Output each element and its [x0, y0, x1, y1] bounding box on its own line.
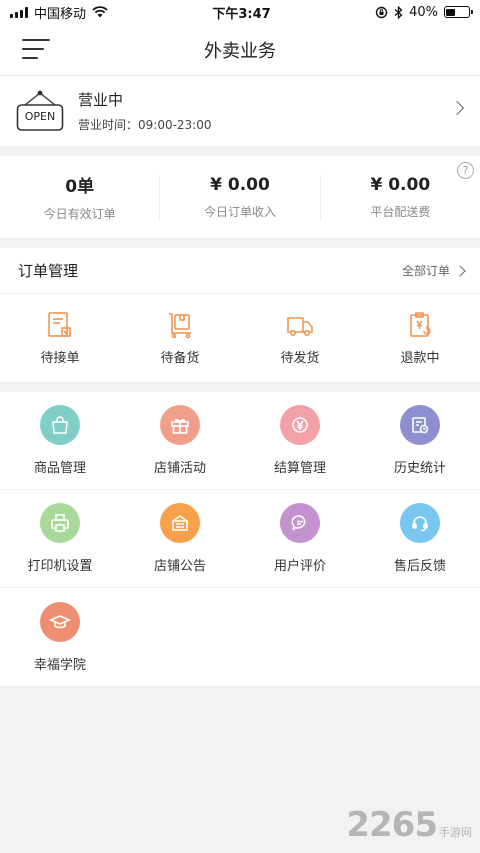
order-pending-accept[interactable]: 待接单 [0, 294, 120, 382]
stat-value: ¥ 0.00 [370, 174, 431, 195]
calendar-clock-icon [400, 405, 440, 445]
stat-order-income[interactable]: ¥ 0.00 今日订单收入 [159, 174, 319, 220]
feature-label: 结算管理 [273, 461, 326, 476]
chat-bubble-icon [280, 503, 320, 543]
status-left: 中国移动 [10, 3, 108, 22]
order-status-row: 待接单 待备货 待发货 退款中 [0, 294, 480, 382]
feature-user-reviews[interactable]: 用户评价 [240, 490, 360, 587]
watermark-suffix: 手游网 [439, 826, 472, 839]
stat-valid-orders[interactable]: 0单 今日有效订单 [0, 172, 159, 222]
feature-row: 打印机设置 店铺公告 用户评价 售后反馈 [0, 490, 480, 588]
menu-icon[interactable] [22, 39, 50, 59]
today-stats: 0单 今日有效订单 ¥ 0.00 今日订单收入 ¥ 0.00 平台配送费 ? [0, 156, 480, 238]
nav-bar: 外卖业务 [0, 24, 480, 76]
yen-icon [280, 405, 320, 445]
open-sign-icon: OPEN [16, 90, 64, 132]
feature-store-announcement[interactable]: 店铺公告 [120, 490, 240, 587]
wifi-icon [92, 6, 108, 18]
gift-icon [160, 405, 200, 445]
order-delivering[interactable]: 待发货 [240, 294, 360, 382]
all-orders-link[interactable]: 全部订单 [401, 262, 466, 279]
feature-label: 售后反馈 [393, 559, 446, 574]
feature-label: 商品管理 [33, 461, 86, 476]
chevron-right-icon [454, 264, 466, 277]
stat-label: 平台配送费 [370, 204, 431, 219]
graduation-cap-icon [40, 601, 80, 642]
refund-icon [410, 311, 431, 337]
order-label: 待发货 [280, 350, 320, 366]
watermark-number: 2265 [346, 805, 438, 845]
feature-label: 幸福学院 [33, 657, 86, 673]
stat-delivery-fee[interactable]: ¥ 0.00 平台配送费 [319, 174, 480, 220]
feature-label: 用户评价 [273, 559, 326, 574]
page-title: 外卖业务 [204, 40, 276, 62]
signal-icon [10, 6, 28, 18]
feature-after-sales[interactable]: 售后反馈 [360, 490, 480, 587]
feature-label: 历史统计 [393, 461, 446, 476]
watermark-logo: 2265 手游网 [346, 805, 472, 845]
announcement-icon [160, 503, 200, 543]
store-info: 营业中 营业时间：09:00-23:00 [78, 89, 212, 133]
feature-label: 打印机设置 [27, 559, 93, 574]
feature-happiness-academy[interactable]: 幸福学院 [0, 588, 120, 686]
shopping-bag-icon [40, 405, 80, 445]
feature-printer-settings[interactable]: 打印机设置 [0, 490, 120, 587]
status-right: 40% [375, 4, 473, 20]
pending-accept-icon [48, 311, 71, 337]
feature-row: 幸福学院 [0, 588, 480, 686]
battery-icon [443, 6, 473, 18]
status-bar: 中国移动 下午3:47 40% [0, 0, 480, 24]
feature-store-activities[interactable]: 店铺活动 [120, 392, 240, 489]
battery-percent: 40% [409, 4, 438, 20]
status-time: 下午3:47 [212, 6, 271, 22]
order-management-title: 订单管理 [18, 262, 79, 280]
feature-row: 商品管理 店铺活动 结算管理 历史统计 [0, 392, 480, 490]
carrier-name: 中国移动 [34, 6, 87, 22]
battery-level [446, 8, 455, 16]
stat-label: 今日有效订单 [43, 207, 116, 221]
store-status: 营业中 [78, 91, 124, 109]
order-label: 待接单 [40, 350, 80, 366]
delivery-truck-icon [287, 316, 313, 336]
open-sign-text: OPEN [24, 110, 56, 123]
feature-settlement[interactable]: 结算管理 [240, 392, 360, 489]
order-label: 退款中 [400, 350, 440, 366]
store-hours: 营业时间：09:00-23:00 [78, 118, 212, 132]
stat-label: 今日订单收入 [203, 204, 276, 219]
order-stocking[interactable]: 待备货 [120, 294, 240, 382]
stocking-icon [169, 312, 191, 338]
all-orders-label: 全部订单 [401, 264, 450, 278]
help-icon[interactable]: ? [457, 162, 474, 179]
order-refunding[interactable]: 退款中 [360, 294, 480, 382]
printer-icon [40, 503, 80, 543]
feature-grid: 商品管理 店铺活动 结算管理 历史统计 打印机设置 店铺公告 用户评价 售后反馈… [0, 392, 480, 686]
stat-value: ¥ 0.00 [210, 174, 270, 195]
bluetooth-icon [394, 5, 403, 19]
feature-label: 店铺活动 [153, 461, 206, 476]
order-label: 待备货 [160, 350, 200, 366]
headset-icon [400, 503, 440, 543]
chevron-right-icon [449, 100, 465, 116]
order-management: 订单管理 全部订单 待接单 待备货 待发货 退款中 [0, 248, 480, 382]
stat-value: 0单 [65, 177, 95, 197]
order-management-header: 订单管理 全部订单 [0, 248, 480, 294]
rotation-lock-icon [375, 6, 388, 18]
store-status-card[interactable]: OPEN 营业中 营业时间：09:00-23:00 [0, 76, 480, 146]
feature-label: 店铺公告 [153, 559, 206, 574]
feature-product-management[interactable]: 商品管理 [0, 392, 120, 489]
feature-history-stats[interactable]: 历史统计 [360, 392, 480, 489]
